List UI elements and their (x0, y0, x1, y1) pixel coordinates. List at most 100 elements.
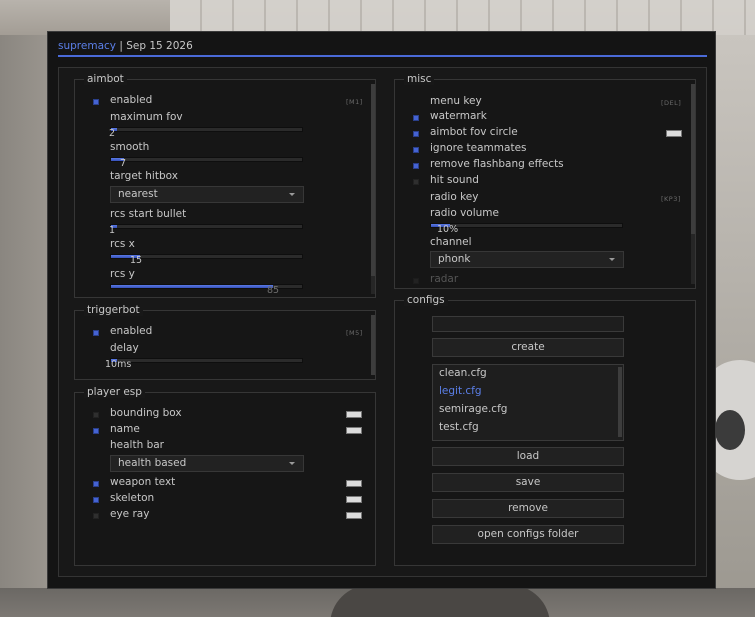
brand-name: supremacy (58, 40, 116, 52)
aimbot-keybind[interactable]: [M1] (346, 98, 363, 106)
weapon-text-color-picker[interactable] (346, 480, 362, 487)
target-hitbox-value: nearest (118, 188, 158, 200)
channel-value: phonk (438, 253, 471, 265)
rcs-x-value: 15 (130, 255, 143, 266)
ignore-teammates-checkbox[interactable] (413, 147, 419, 153)
title-date: Sep 15 2026 (126, 40, 193, 52)
config-list-item-selected[interactable]: legit.cfg (439, 385, 482, 397)
triggerbot-title: triggerbot (84, 304, 143, 316)
config-list-item[interactable]: clean.cfg (439, 367, 487, 379)
rcs-y-value: 85 (267, 285, 280, 296)
aimbot-fov-circle-label[interactable]: aimbot fov circle (430, 126, 518, 138)
config-name-input[interactable] (432, 316, 624, 332)
skeleton-checkbox[interactable] (93, 497, 99, 503)
misc-scroll-thumb[interactable] (691, 84, 695, 234)
aimbot-title: aimbot (84, 73, 127, 85)
eye-ray-checkbox[interactable] (93, 513, 99, 519)
title-accent-line (58, 55, 707, 57)
background-object-dark (715, 410, 745, 450)
config-list-scrollbar[interactable] (618, 367, 622, 437)
radio-keybind[interactable]: [KP3] (661, 195, 681, 203)
delay-value: 10ms (105, 359, 132, 370)
bounding-box-color-picker[interactable] (346, 411, 362, 418)
name-label[interactable]: name (110, 423, 140, 435)
title-bar: supremacy | Sep 15 2026 (58, 40, 193, 52)
weapon-text-checkbox[interactable] (93, 481, 99, 487)
hit-sound-label[interactable]: hit sound (430, 174, 479, 186)
aimbot-enabled-label[interactable]: enabled (110, 94, 152, 106)
smooth-slider[interactable] (110, 157, 303, 162)
triggerbot-enabled-label[interactable]: enabled (110, 325, 152, 337)
health-bar-dropdown[interactable]: health based (110, 455, 304, 472)
config-list-scroll-thumb[interactable] (618, 367, 622, 437)
eye-ray-label[interactable]: eye ray (110, 508, 149, 520)
config-list-item[interactable]: semirage.cfg (439, 403, 507, 415)
chevron-down-icon (289, 462, 295, 465)
watermark-checkbox[interactable] (413, 115, 419, 121)
rcs-x-label: rcs x (110, 238, 135, 250)
delay-slider[interactable] (110, 358, 303, 363)
triggerbot-keybind[interactable]: [M5] (346, 329, 363, 337)
create-config-button[interactable]: create (432, 338, 624, 357)
triggerbot-enabled-checkbox[interactable] (93, 330, 99, 336)
eye-ray-color-picker[interactable] (346, 512, 362, 519)
load-config-button[interactable]: load (432, 447, 624, 466)
smooth-value: 7 (120, 158, 127, 169)
maximum-fov-label: maximum fov (110, 111, 183, 123)
hit-sound-checkbox[interactable] (413, 179, 419, 185)
config-list-item[interactable]: test.cfg (439, 421, 479, 433)
name-checkbox[interactable] (93, 428, 99, 434)
channel-dropdown[interactable]: phonk (430, 251, 624, 268)
chevron-down-icon (289, 193, 295, 196)
bounding-box-checkbox[interactable] (93, 412, 99, 418)
aimbot-scroll-thumb[interactable] (371, 84, 375, 276)
radio-volume-slider[interactable] (430, 223, 623, 228)
health-bar-label: health bar (110, 439, 164, 451)
rcs-start-bullet-label: rcs start bullet (110, 208, 187, 220)
name-color-picker[interactable] (346, 427, 362, 434)
fov-circle-color-picker[interactable] (666, 130, 682, 137)
radio-key-label: radio key (430, 191, 479, 203)
menu-keybind[interactable]: [DEL] (661, 99, 681, 107)
maximum-fov-value: 2 (109, 128, 116, 139)
bounding-box-label[interactable]: bounding box (110, 407, 182, 419)
remove-flashbang-checkbox[interactable] (413, 163, 419, 169)
radar-checkbox[interactable] (413, 278, 419, 284)
player-esp-title: player esp (84, 386, 145, 398)
misc-title: misc (404, 73, 435, 85)
misc-scrollbar[interactable] (691, 84, 695, 284)
triggerbot-group: triggerbot enabled [M5] delay 10ms (74, 304, 376, 380)
skeleton-color-picker[interactable] (346, 496, 362, 503)
chevron-down-icon (609, 258, 615, 261)
triggerbot-scroll-thumb[interactable] (371, 315, 375, 375)
config-list[interactable]: clean.cfg legit.cfg semirage.cfg test.cf… (432, 364, 624, 441)
background-object-bottom (330, 585, 550, 617)
ignore-teammates-label[interactable]: ignore teammates (430, 142, 527, 154)
radio-volume-label: radio volume (430, 207, 499, 219)
misc-group: misc menu key [DEL] watermark aimbot fov… (394, 73, 696, 289)
aimbot-fov-circle-checkbox[interactable] (413, 131, 419, 137)
target-hitbox-dropdown[interactable]: nearest (110, 186, 304, 203)
triggerbot-scrollbar[interactable] (371, 315, 375, 375)
title-separator: | (119, 40, 123, 52)
player-esp-group: player esp bounding box name health bar … (74, 386, 376, 566)
open-configs-folder-button[interactable]: open configs folder (432, 525, 624, 544)
aimbot-enabled-checkbox[interactable] (93, 99, 99, 105)
radar-label[interactable]: radar (430, 273, 458, 285)
aimbot-scrollbar[interactable] (371, 84, 375, 294)
remove-flashbang-label[interactable]: remove flashbang effects (430, 158, 564, 170)
radio-volume-value: 10% (437, 224, 459, 235)
channel-label: channel (430, 236, 472, 248)
delay-label: delay (110, 342, 139, 354)
rcs-start-bullet-value: 1 (109, 225, 116, 236)
configs-title: configs (404, 294, 448, 306)
save-config-button[interactable]: save (432, 473, 624, 492)
health-bar-value: health based (118, 457, 187, 469)
watermark-label[interactable]: watermark (430, 110, 487, 122)
remove-config-button[interactable]: remove (432, 499, 624, 518)
rcs-start-bullet-slider[interactable] (110, 224, 303, 229)
menu-window[interactable]: supremacy | Sep 15 2026 aimbot enabled [… (47, 31, 716, 589)
skeleton-label[interactable]: skeleton (110, 492, 154, 504)
maximum-fov-slider[interactable] (110, 127, 303, 132)
weapon-text-label[interactable]: weapon text (110, 476, 175, 488)
